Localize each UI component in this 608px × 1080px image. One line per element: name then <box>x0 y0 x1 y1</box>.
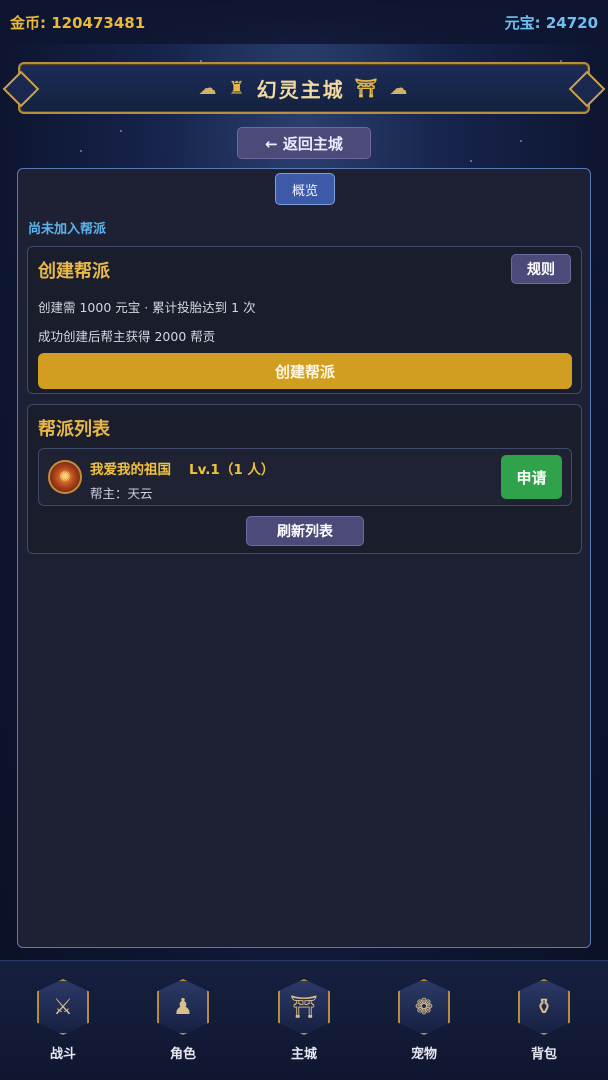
guild-panel: 概览 尚未加入帮派 创建帮派 规则 创建需 1000 元宝 · 累计投胎达到 1… <box>17 168 591 948</box>
nav-item-city[interactable]: ⛩ 主城 <box>269 979 339 1062</box>
create-requirement-text: 创建需 1000 元宝 · 累计投胎达到 1 次 <box>38 300 256 315</box>
nav-label: 宠物 <box>410 1047 437 1062</box>
create-guild-button[interactable]: 创建帮派 <box>38 353 572 389</box>
palace-icon: ⛩ <box>278 979 330 1035</box>
guild-list-title: 帮派列表 <box>38 419 110 440</box>
tab-overview[interactable]: 概览 <box>275 173 335 205</box>
back-to-city-button[interactable]: ← 返回主城 <box>237 127 371 159</box>
title-banner: ☁ ♜ 幻灵主城 ⛩ ☁ <box>18 62 590 114</box>
cloud-ornament-icon: ☁ <box>389 77 410 99</box>
guild-emblem-icon: ✺ <box>48 460 82 494</box>
create-reward-text: 成功创建后帮主获得 2000 帮贡 <box>38 329 216 344</box>
nav-label: 背包 <box>530 1047 557 1062</box>
guild-list-card: 帮派列表 ✺ 我爱我的祖国 Lv.1（1 人） 帮主：天云 申请 刷新列表 <box>27 404 582 554</box>
ingot-balance: 元宝: 24720 <box>504 13 598 32</box>
nav-item-pet[interactable]: ❁ 宠物 <box>389 979 459 1062</box>
nav-item-character[interactable]: ♟ 角色 <box>148 979 218 1062</box>
page-title: 幻灵主城 <box>256 77 345 102</box>
guild-name: 我爱我的祖国 <box>90 462 171 478</box>
bottom-navigation: ⚔ 战斗 ♟ 角色 ⛩ 主城 ❁ 宠物 ⚱ 背包 <box>0 960 608 1080</box>
cloud-ornament-icon: ☁ <box>198 77 219 99</box>
rules-button[interactable]: 规则 <box>511 254 571 284</box>
bag-icon: ⚱ <box>518 979 570 1035</box>
nav-item-battle[interactable]: ⚔ 战斗 <box>28 979 98 1062</box>
guild-leader: 帮主：天云 <box>90 486 153 501</box>
list-item: ✺ 我爱我的祖国 Lv.1（1 人） 帮主：天云 申请 <box>38 448 572 506</box>
currency-bar: 金币: 120473481 元宝: 24720 <box>0 0 608 44</box>
pagoda-icon: ⛩ <box>354 77 380 99</box>
paw-icon: ❁ <box>398 979 450 1035</box>
nav-label: 角色 <box>169 1047 196 1062</box>
create-guild-card: 创建帮派 规则 创建需 1000 元宝 · 累计投胎达到 1 次 成功创建后帮主… <box>27 246 582 394</box>
castle-icon: ♜ <box>228 77 247 99</box>
nav-label: 战斗 <box>49 1047 76 1062</box>
nav-label: 主城 <box>290 1047 317 1062</box>
create-guild-title: 创建帮派 <box>38 261 110 282</box>
guild-status-text: 尚未加入帮派 <box>28 222 107 237</box>
gold-balance: 金币: 120473481 <box>10 13 146 32</box>
refresh-list-button[interactable]: 刷新列表 <box>246 516 364 546</box>
apply-button[interactable]: 申请 <box>501 455 562 499</box>
nav-item-bag[interactable]: ⚱ 背包 <box>509 979 579 1062</box>
character-icon: ♟ <box>157 979 209 1035</box>
guild-level: Lv.1（1 人） <box>189 462 275 478</box>
crossed-swords-icon: ⚔ <box>37 979 89 1035</box>
